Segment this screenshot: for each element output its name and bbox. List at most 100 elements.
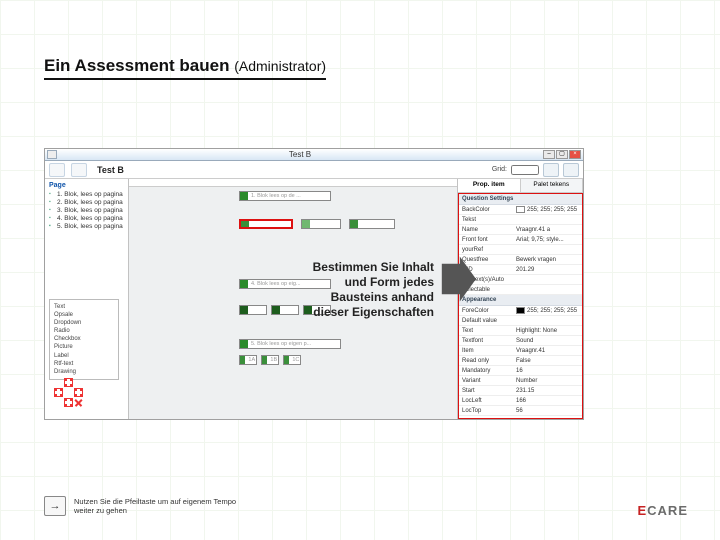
tree-item[interactable]: 5. Blok, lees op pagina (49, 223, 124, 230)
property-group-header: Question Settings (459, 194, 582, 205)
canvas-block[interactable]: 1A (239, 355, 257, 365)
property-row[interactable]: ItemVraagnr.41 (459, 346, 582, 356)
property-row[interactable]: TextfontSound (459, 336, 582, 346)
delete-icon[interactable] (74, 398, 83, 407)
property-row[interactable]: VariantNumber (459, 376, 582, 386)
property-row[interactable]: Read onlyFalse (459, 356, 582, 366)
plus-icon[interactable] (54, 388, 63, 397)
tree-item[interactable]: 1. Blok, lees op pagina (49, 191, 124, 198)
maximize-button[interactable]: ▢ (556, 150, 568, 159)
property-row[interactable]: Full text(s)/Auto (459, 275, 582, 285)
toolbox-item[interactable]: Drawing (54, 368, 114, 376)
property-value[interactable]: 56 (513, 407, 582, 415)
property-value[interactable] (513, 279, 582, 281)
block-handle[interactable] (241, 221, 249, 227)
property-key: BackColor (459, 206, 513, 214)
property-row[interactable]: Tekst (459, 215, 582, 225)
property-value[interactable]: Highlight: None (513, 327, 582, 335)
toolbox-item[interactable]: Text (54, 303, 114, 311)
plus-icon[interactable] (64, 378, 73, 387)
canvas-block[interactable]: 1C (283, 355, 301, 365)
plus-icon[interactable] (74, 388, 83, 397)
property-value[interactable]: Number (513, 377, 582, 385)
property-row[interactable]: Start231.15 (459, 386, 582, 396)
ribbon-button-2[interactable] (71, 163, 87, 177)
toolbox-item[interactable]: Picture (54, 343, 114, 351)
property-value[interactable]: Arial; 9,75; style... (513, 236, 582, 244)
property-row[interactable]: ForeColor255; 255; 255; 255 (459, 306, 582, 316)
close-button[interactable]: × (569, 150, 581, 159)
title-sub: (Administrator) (234, 58, 326, 74)
tree-list: 1. Blok, lees op pagina 2. Blok, lees op… (49, 191, 124, 230)
property-group-header: Appearance (459, 295, 582, 306)
property-value[interactable]: Sound (513, 337, 582, 345)
property-key: LocTop (459, 407, 513, 415)
block-label: 5. Blok lees op eigen p... (248, 341, 314, 347)
toolbox-item[interactable]: Radio (54, 327, 114, 335)
property-row[interactable]: Front fontArial; 9,75; style... (459, 235, 582, 245)
block-handle[interactable] (240, 340, 248, 348)
canvas-block[interactable] (349, 219, 395, 229)
property-key: Tekst (459, 216, 513, 224)
property-row[interactable]: Selectable (459, 285, 582, 295)
window-titlebar: Test B – ▢ × (45, 149, 583, 161)
tab-properties[interactable]: Prop. item (458, 179, 521, 192)
block-handle[interactable] (240, 280, 248, 288)
property-row[interactable]: BackColor255; 255; 255; 255 (459, 205, 582, 215)
property-value[interactable] (513, 219, 582, 221)
block-handle[interactable] (302, 220, 310, 228)
toolbox-item[interactable]: Checkbox (54, 335, 114, 343)
property-row[interactable]: Mandatory16 (459, 366, 582, 376)
color-swatch[interactable] (516, 307, 525, 314)
block-handle[interactable] (350, 220, 358, 228)
property-value[interactable]: 166 (513, 397, 582, 405)
tab-palette[interactable]: Palet tekens (521, 179, 584, 192)
property-value[interactable]: Vraagnr.41 (513, 347, 582, 355)
block-handle[interactable] (240, 306, 248, 314)
sysmenu-icon[interactable] (47, 150, 57, 159)
canvas-block[interactable]: 5. Blok lees op eigen p... (239, 339, 341, 349)
block-handle[interactable] (240, 192, 248, 200)
property-row[interactable]: QuestfreeBewerk vragen (459, 255, 582, 265)
canvas-block[interactable]: 1B (261, 355, 279, 365)
property-row[interactable]: LocLeft166 (459, 396, 582, 406)
toolbox-item[interactable]: Rtf-text (54, 360, 114, 368)
property-key: Textfont (459, 337, 513, 345)
toolbox-item[interactable]: Opsale (54, 311, 114, 319)
grid-input[interactable] (511, 165, 539, 175)
color-swatch[interactable] (516, 206, 525, 213)
tree-item[interactable]: 2. Blok, lees op pagina (49, 199, 124, 206)
property-row[interactable]: Default value (459, 316, 582, 326)
property-row[interactable]: QID201.29 (459, 265, 582, 275)
property-value[interactable] (513, 320, 582, 322)
toolbar-icon-a[interactable] (543, 163, 559, 177)
canvas-block[interactable] (239, 219, 293, 229)
property-value[interactable]: 255; 255; 255; 255 (513, 205, 582, 214)
property-value[interactable]: False (513, 357, 582, 365)
canvas-block[interactable] (239, 305, 267, 315)
property-value[interactable]: 16 (513, 367, 582, 375)
property-row[interactable]: TextHighlight: None (459, 326, 582, 336)
property-value[interactable]: Bewerk vragen (513, 256, 582, 264)
tree-item[interactable]: 4. Blok, lees op pagina (49, 215, 124, 222)
property-value[interactable]: 255; 255; 255; 255 (513, 306, 582, 315)
minimize-button[interactable]: – (543, 150, 555, 159)
property-value[interactable]: Vraagnr.41 a (513, 226, 582, 234)
property-value[interactable] (513, 249, 582, 251)
property-row[interactable]: yourRef (459, 245, 582, 255)
canvas-block[interactable] (301, 219, 341, 229)
ribbon-button-1[interactable] (49, 163, 65, 177)
property-value[interactable] (513, 289, 582, 291)
property-row[interactable]: NameVraagnr.41 a (459, 225, 582, 235)
toolbox-item[interactable]: Dropdown (54, 319, 114, 327)
toolbox-legend: Text Opsale Dropdown Radio Checkbox Pict… (49, 299, 119, 380)
arrow-key-icon[interactable]: → (44, 496, 66, 516)
toolbar-icon-b[interactable] (563, 163, 579, 177)
property-value[interactable]: 201.29 (513, 266, 582, 274)
tree-item[interactable]: 3. Blok, lees op pagina (49, 207, 124, 214)
toolbox-item[interactable]: Label (54, 352, 114, 360)
plus-icon[interactable] (64, 398, 73, 407)
canvas-block[interactable]: 1. Blok lees op de ... (239, 191, 331, 201)
property-row[interactable]: LocTop56 (459, 406, 582, 416)
property-value[interactable]: 231.15 (513, 387, 582, 395)
